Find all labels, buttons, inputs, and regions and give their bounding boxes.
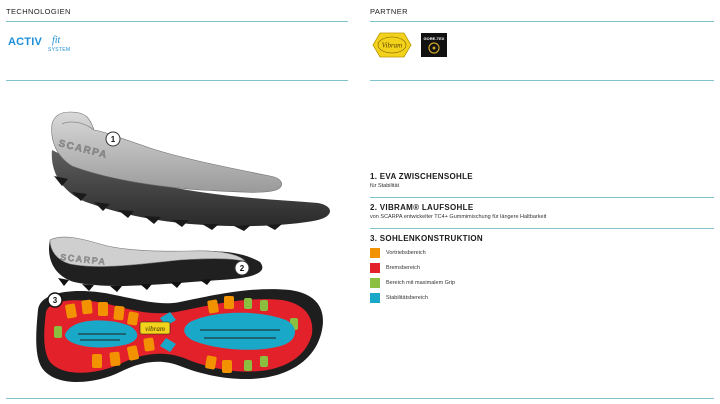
- key-label: Bereich mit maximalem Grip: [386, 279, 456, 286]
- feature-vibram-title: 2. VIBRAM® LAUFSOHLE: [370, 203, 474, 212]
- divider: [370, 80, 714, 81]
- key-label: Vortriebsbereich: [386, 249, 426, 256]
- vibram-logo-text: Vibram: [382, 42, 402, 50]
- feature-eva-title: 1. EVA ZWISCHENSOHLE: [370, 172, 473, 181]
- divider: [370, 197, 714, 198]
- key-item: Bereich mit maximalem Grip: [370, 277, 455, 288]
- goretex-logo-text: GORE-TEX: [424, 36, 445, 41]
- outsole-bottom-view: vibram 3: [36, 289, 323, 382]
- key-swatch: [370, 262, 380, 273]
- key-item: Stabilitätsbereich: [370, 292, 428, 303]
- key-label: Bremsbereich: [386, 264, 420, 271]
- midsole-layer: SCARPA 1: [51, 111, 331, 231]
- outsole-layer: SCARPA 2: [49, 236, 263, 292]
- feature-construction-title: 3. SOHLENKONSTRUKTION: [370, 234, 483, 243]
- sole-illustration: SCARPA 1 SCARPA 2 vibram 3: [36, 111, 331, 382]
- key-item: Vortriebsbereich: [370, 247, 426, 258]
- feature-eva: 1. EVA ZWISCHENSOHLE für Stabilität: [370, 172, 473, 189]
- divider: [370, 228, 714, 229]
- divider: [370, 21, 714, 22]
- callout-label-2: 2: [240, 264, 245, 273]
- key-item: Bremsbereich: [370, 262, 420, 273]
- feature-vibram-subtitle: von SCARPA entwickelter TC4+ Gummimischu…: [370, 214, 547, 220]
- feature-construction: 3. SOHLENKONSTRUKTION: [370, 234, 483, 243]
- divider: [6, 398, 714, 399]
- partner-title: PARTNER: [370, 7, 408, 16]
- goretex-logo[interactable]: GORE-TEX: [420, 32, 448, 58]
- key-label: Stabilitätsbereich: [386, 294, 428, 301]
- feature-vibram: 2. VIBRAM® LAUFSOHLE von SCARPA entwicke…: [370, 203, 546, 220]
- callout-label-1: 1: [111, 135, 116, 144]
- vibram-logo[interactable]: Vibram: [372, 32, 412, 58]
- key-swatch: [370, 277, 380, 288]
- callout-label-3: 3: [53, 296, 58, 305]
- key-swatch: [370, 247, 380, 258]
- feature-eva-subtitle: für Stabilität: [370, 183, 400, 189]
- key-swatch: [370, 292, 380, 303]
- vibram-badge-text: vibram: [145, 325, 165, 333]
